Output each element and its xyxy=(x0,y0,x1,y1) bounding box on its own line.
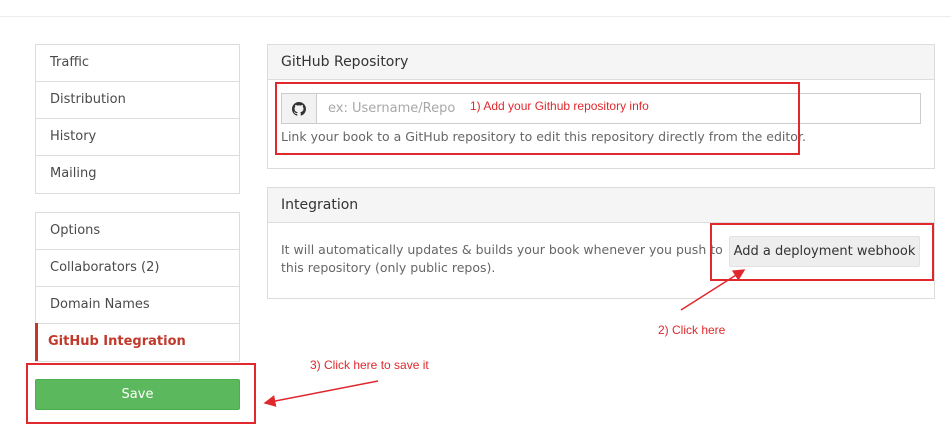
integration-panel: Integration It will automatically update… xyxy=(267,187,935,299)
header-divider xyxy=(0,16,951,17)
add-webhook-button[interactable]: Add a deployment webhook xyxy=(729,236,920,267)
annotation-step2: 2) Click here xyxy=(658,323,726,337)
annotation-step1: 1) Add your Github repository info xyxy=(470,99,649,113)
repo-help-text: Link your book to a GitHub repository to… xyxy=(281,129,806,144)
sidebar-item-collaborators[interactable]: Collaborators (2) xyxy=(36,250,239,287)
sidebar-item-options[interactable]: Options xyxy=(36,213,239,250)
settings-page: Traffic Distribution History Mailing Opt… xyxy=(0,0,951,439)
sidebar-item-distribution[interactable]: Distribution xyxy=(36,82,239,119)
integration-title: Integration xyxy=(268,188,934,223)
github-repository-title: GitHub Repository xyxy=(268,45,934,80)
save-button[interactable]: Save xyxy=(35,379,240,410)
sidebar-group-settings: Options Collaborators (2) Domain Names G… xyxy=(35,212,240,362)
sidebar-item-mailing[interactable]: Mailing xyxy=(36,156,239,193)
sidebar-group-stats: Traffic Distribution History Mailing xyxy=(35,44,240,194)
sidebar-item-traffic[interactable]: Traffic xyxy=(36,45,239,82)
annotation-step3: 3) Click here to save it xyxy=(310,358,429,372)
integration-description: It will automatically updates & builds y… xyxy=(281,242,723,275)
sidebar-item-domain-names[interactable]: Domain Names xyxy=(36,287,239,324)
arrow-to-save xyxy=(263,380,379,407)
sidebar-item-history[interactable]: History xyxy=(36,119,239,156)
sidebar-item-github-integration[interactable]: GitHub Integration xyxy=(35,323,239,361)
github-icon xyxy=(282,94,317,123)
